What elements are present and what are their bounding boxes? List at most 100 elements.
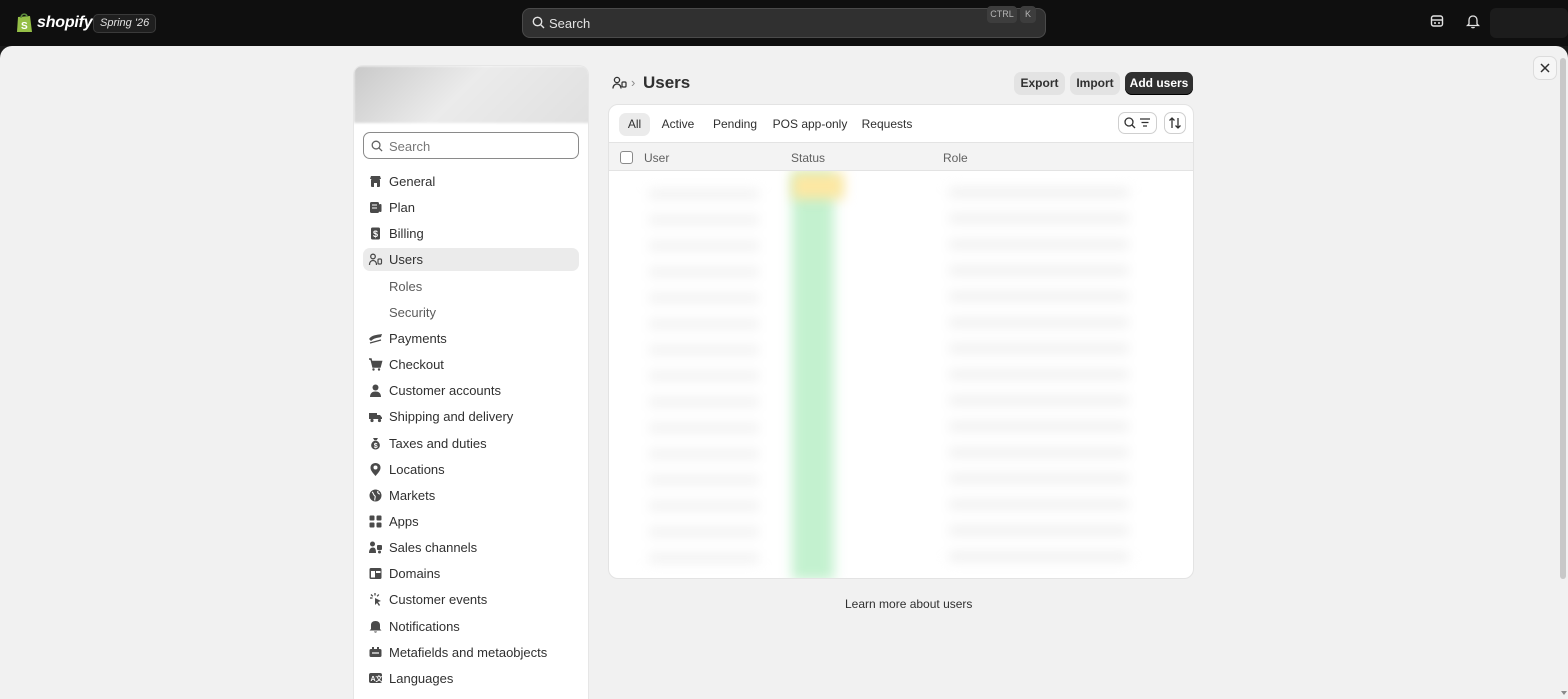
sidebar-item-checkout[interactable]: Checkout (363, 353, 579, 376)
sidebar-item-general[interactable]: General (363, 170, 579, 193)
sidebar-item-label: Domains (389, 566, 441, 582)
bell-icon (368, 619, 383, 634)
pending-status-badge (792, 173, 844, 199)
column-header-user: User (644, 151, 670, 165)
breadcrumb-chevron-icon: › (631, 75, 636, 90)
sidebar-item-customer-events[interactable]: Customer events (363, 588, 579, 611)
globe-icon (368, 488, 383, 503)
blurred-roles (949, 181, 1129, 561)
language-icon: A文 (368, 671, 384, 686)
sidebar-item-apps[interactable]: Apps (363, 510, 579, 533)
sidebar-item-label: Checkout (389, 357, 444, 373)
sidebar-item-label: Metafields and metaobjects (389, 644, 548, 660)
shortcut-k-key: K (1020, 6, 1036, 23)
sidebar-item-customer-accounts[interactable]: Customer accounts (363, 379, 579, 402)
store-card[interactable] (354, 66, 588, 123)
tab-pos-app-only[interactable]: POS app-only (769, 113, 851, 136)
shopify-logo[interactable]: S shopify (16, 12, 93, 33)
sidebar-item-label: Apps (389, 513, 419, 529)
users-table-card: All Active Pending POS app-only Requests… (608, 104, 1194, 579)
sort-button[interactable] (1164, 112, 1186, 134)
sidebar-item-label: Notifications (389, 618, 460, 634)
money-bag-icon: $ (368, 436, 383, 451)
sidebar-item-security[interactable]: Security (363, 301, 579, 324)
scroll-down-arrow-icon[interactable] (1561, 691, 1567, 695)
svg-text:$: $ (373, 229, 378, 239)
page-title: Users (643, 73, 691, 92)
storefront-icon[interactable] (1430, 14, 1444, 31)
search-icon (532, 16, 545, 32)
settings-sidebar: Search General Plan $ Billing Users Roles Secu… (353, 65, 589, 699)
tab-pending[interactable]: Pending (707, 113, 763, 136)
cursor-icon (368, 592, 383, 607)
sidebar-item-taxes-and-duties[interactable]: $ Taxes and duties (363, 432, 579, 455)
location-icon (368, 462, 383, 477)
store-icon (368, 174, 383, 189)
apps-icon (368, 514, 383, 529)
global-search-input[interactable]: Search (522, 8, 1046, 38)
global-search-placeholder: Search (549, 16, 591, 31)
import-button[interactable]: Import (1070, 72, 1120, 95)
sidebar-item-locations[interactable]: Locations (363, 458, 579, 481)
channels-icon (368, 540, 383, 555)
billing-icon: $ (368, 226, 383, 241)
sidebar-item-label: Sales channels (389, 540, 478, 556)
sidebar-item-label: Markets (389, 487, 436, 503)
select-all-checkbox[interactable] (620, 151, 633, 164)
release-badge[interactable]: Spring '26 (93, 14, 157, 33)
cart-icon (368, 357, 383, 372)
close-icon (1540, 63, 1550, 73)
top-bar: S shopify Spring '26 Search CTRL K (0, 0, 1568, 46)
sidebar-item-label: Billing (389, 226, 424, 242)
column-header-status: Status (791, 151, 826, 165)
person-icon (368, 383, 383, 398)
sidebar-item-shipping-and-delivery[interactable]: Shipping and delivery (363, 405, 579, 428)
sidebar-item-users[interactable]: Users (363, 248, 579, 272)
users-icon[interactable] (612, 76, 627, 93)
export-button[interactable]: Export (1014, 72, 1065, 95)
sidebar-item-label: Shipping and delivery (389, 409, 514, 425)
settings-search-placeholder: Search (389, 139, 431, 154)
add-users-button[interactable]: Add users (1125, 72, 1193, 95)
bell-icon[interactable] (1465, 14, 1481, 32)
settings-search-input[interactable]: Search (363, 132, 579, 159)
sidebar-item-label: Payments (389, 330, 447, 346)
truck-icon (368, 409, 383, 424)
domain-icon (368, 566, 383, 581)
search-icon (371, 140, 383, 152)
page-scrollbar[interactable] (1560, 58, 1566, 579)
tab-all[interactable]: All (619, 113, 650, 136)
svg-text:S: S (21, 21, 28, 32)
close-settings-button[interactable] (1533, 56, 1557, 80)
brand-name: shopify (37, 13, 93, 31)
sidebar-item-plan[interactable]: Plan (363, 196, 579, 219)
sidebar-item-label: Plan (389, 200, 416, 216)
sidebar-item-label: Customer events (389, 592, 488, 608)
learn-more-link[interactable]: Learn more about users (845, 597, 972, 611)
sidebar-item-payments[interactable]: Payments (363, 327, 579, 350)
status-badges-column (792, 171, 834, 578)
sidebar-item-label: General (389, 174, 436, 189)
search-filter-button[interactable] (1118, 112, 1157, 134)
sidebar-item-markets[interactable]: Markets (363, 484, 579, 507)
tab-requests[interactable]: Requests (857, 113, 917, 136)
sidebar-item-notifications[interactable]: Notifications (363, 615, 579, 638)
sidebar-item-metafields-and-metaobjects[interactable]: Metafields and metaobjects (363, 641, 579, 664)
sidebar-item-languages[interactable]: A文 Languages (363, 667, 579, 690)
tab-active[interactable]: Active (655, 113, 701, 136)
sidebar-item-label: Customer accounts (389, 383, 501, 399)
shortcut-ctrl-key: CTRL (987, 6, 1017, 23)
shopify-bag-icon: S (16, 12, 33, 33)
plan-icon (368, 200, 383, 215)
sidebar-item-billing[interactable]: $ Billing (363, 222, 579, 245)
sidebar-item-label: Locations (389, 461, 445, 477)
sidebar-item-label: Roles (389, 278, 423, 294)
blurred-user-names (649, 181, 759, 571)
table-header: User Status Role (609, 142, 1193, 171)
sidebar-item-roles[interactable]: Roles (363, 275, 579, 298)
sidebar-item-domains[interactable]: Domains (363, 562, 579, 585)
account-avatar[interactable] (1490, 8, 1568, 38)
sidebar-item-label: Languages (389, 670, 454, 686)
metafields-icon (368, 645, 383, 660)
sidebar-item-sales-channels[interactable]: Sales channels (363, 536, 579, 559)
